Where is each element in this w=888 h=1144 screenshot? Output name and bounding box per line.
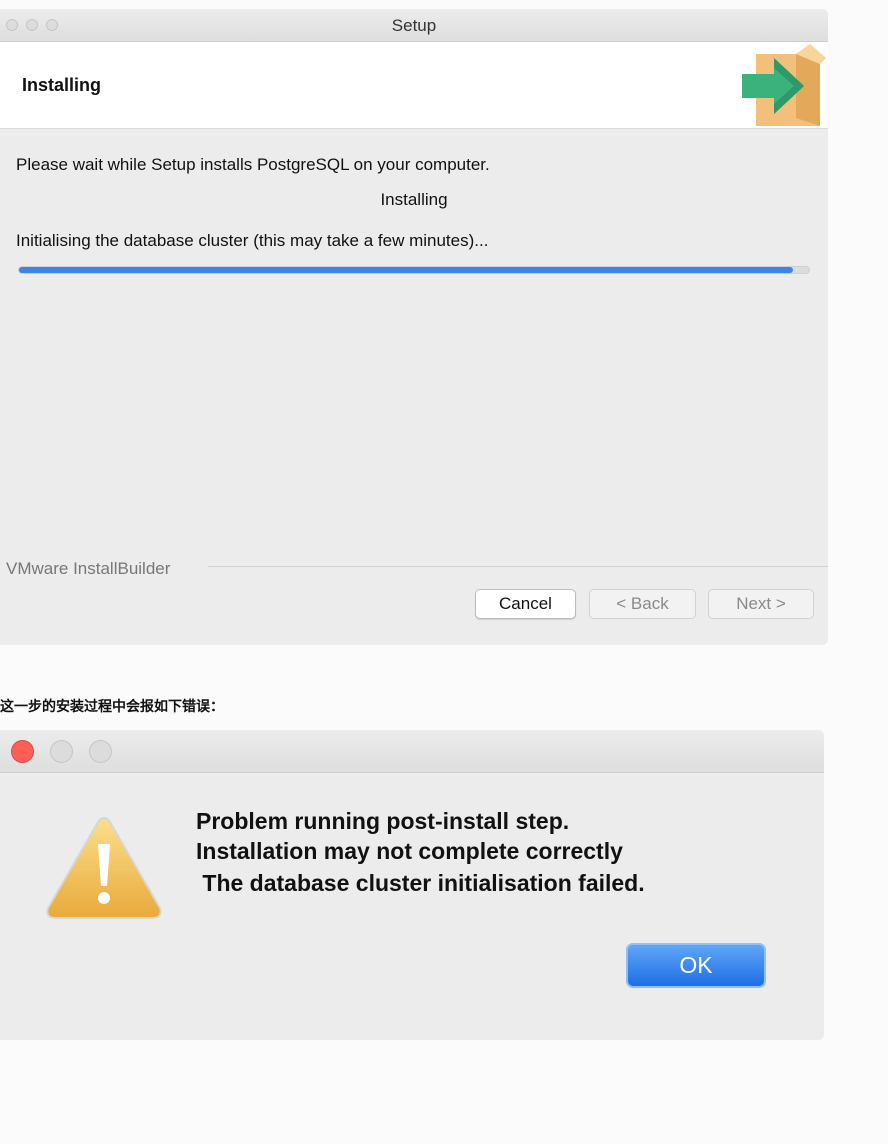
- intro-text: Please wait while Setup installs Postgre…: [16, 155, 490, 174]
- window-title: Setup: [391, 16, 437, 35]
- brand-label: VMware InstallBuilder: [6, 559, 171, 578]
- ok-button[interactable]: OK: [626, 943, 766, 988]
- status-detail: Initialising the database cluster (this …: [16, 231, 489, 250]
- next-button[interactable]: Next >: [708, 589, 814, 619]
- zoom-window-button[interactable]: [89, 740, 112, 763]
- progress-bar: [18, 266, 810, 274]
- box-arrow-icon: [742, 44, 826, 126]
- warning-icon: [46, 816, 162, 919]
- progress-bar-fill: [19, 267, 794, 273]
- dialog-titlebar: [0, 730, 824, 773]
- error-message-line-3: The database cluster initialisation fail…: [196, 870, 645, 896]
- setup-titlebar: Setup: [0, 9, 828, 42]
- setup-window: Setup Installing Please wait while Setup…: [0, 9, 828, 645]
- minimize-window-button[interactable]: [50, 740, 73, 763]
- footer-divider: [208, 566, 828, 567]
- close-window-button[interactable]: [11, 740, 34, 763]
- setup-header: Installing: [0, 42, 828, 129]
- back-button[interactable]: < Back: [589, 589, 696, 619]
- status-heading: Installing: [380, 190, 448, 209]
- cancel-button[interactable]: Cancel: [475, 589, 576, 619]
- error-message-line-2: Installation may not complete correctly: [196, 838, 623, 864]
- page-title: Installing: [22, 75, 102, 95]
- error-message-line-1: Problem running post-install step.: [196, 808, 570, 834]
- caption-text: 这一步的安装过程中会报如下错误：: [0, 698, 224, 714]
- error-dialog: Problem running post-install step. Insta…: [0, 730, 824, 1040]
